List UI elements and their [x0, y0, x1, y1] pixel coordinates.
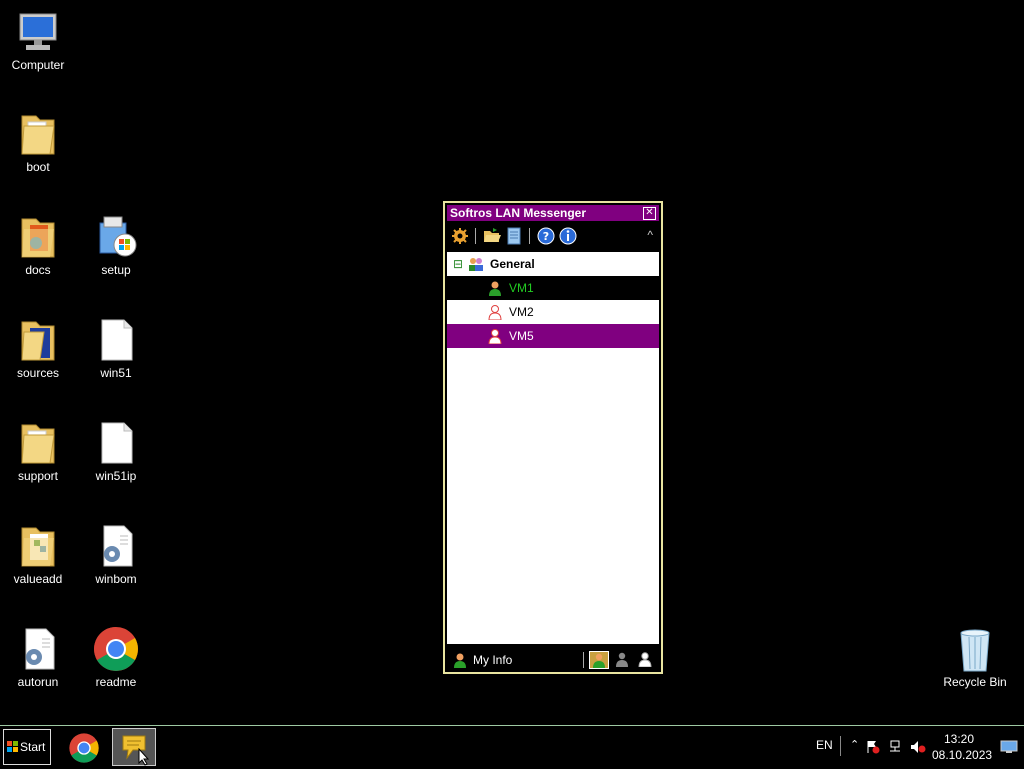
info-icon[interactable] [559, 227, 577, 245]
status-away-button[interactable] [613, 651, 633, 669]
desktop-icon-win51ip[interactable]: win51ip [78, 419, 154, 483]
action-center-flag-icon[interactable] [866, 740, 880, 754]
file-icon [92, 419, 140, 467]
desktop-icon-readme[interactable]: readme [78, 625, 154, 689]
show-desktop-icon[interactable] [1000, 740, 1018, 754]
desktop-icon-valueadd[interactable]: valueadd [0, 522, 76, 586]
language-indicator[interactable]: EN [816, 738, 833, 752]
desktop-icon-label: win51ip [95, 469, 137, 483]
desktop-icon-label: setup [101, 263, 131, 277]
desktop-icon-autorun[interactable]: autorun [0, 625, 76, 689]
taskbar-chrome-button[interactable] [62, 728, 106, 766]
close-button[interactable]: ✕ [643, 207, 656, 220]
help-icon[interactable]: ? [537, 227, 555, 245]
user-name: VM2 [509, 305, 534, 319]
desktop-icon-label: valueadd [13, 572, 63, 586]
clock-time[interactable]: 13:20 [944, 732, 974, 746]
folder-icon [14, 110, 62, 158]
window-titlebar[interactable]: Softros LAN Messenger ✕ [447, 205, 659, 221]
desktop-icon-label: Recycle Bin [943, 675, 1007, 689]
collapse-toolbar-button[interactable]: ^ [647, 228, 653, 242]
computer-icon [14, 8, 62, 56]
user-name: VM1 [509, 281, 534, 295]
desktop-icon-setup[interactable]: setup [78, 213, 154, 277]
toolbar-separator [529, 228, 530, 244]
folder-icon [14, 316, 62, 364]
desktop-icon-label: boot [26, 160, 50, 174]
desktop-icon-label: sources [16, 366, 60, 380]
setup-icon [92, 213, 140, 261]
volume-muted-icon[interactable] [910, 740, 926, 754]
chrome-icon [68, 732, 100, 764]
history-log-icon[interactable] [505, 227, 523, 245]
group-name: General [490, 257, 535, 271]
group-users-icon [467, 256, 483, 272]
settings-file-icon [92, 522, 140, 570]
settings-file-icon [14, 625, 62, 673]
taskbar: Start EN ⌃ 13:20 08.10.2023 [0, 725, 1024, 769]
user-row[interactable]: VM5 [447, 324, 659, 348]
desktop-icon-recycle-bin[interactable]: Recycle Bin [937, 625, 1013, 689]
desktop-icon-boot[interactable]: boot [0, 110, 76, 174]
group-collapse-toggle[interactable]: ⊟ [453, 252, 463, 276]
desktop-icon-sources[interactable]: sources [0, 316, 76, 380]
desktop-icon-label: winbom [95, 572, 137, 586]
file-icon [92, 316, 140, 364]
folder-icon [14, 213, 62, 261]
desktop-icon-label: support [17, 469, 59, 483]
window-title: Softros LAN Messenger [450, 206, 587, 220]
my-info-icon [453, 652, 467, 668]
show-hidden-icons-icon[interactable]: ⌃ [850, 738, 859, 751]
status-online-button[interactable] [589, 651, 609, 669]
desktop-icon-win51[interactable]: win51 [78, 316, 154, 380]
desktop-icon-support[interactable]: support [0, 419, 76, 483]
my-info-button[interactable]: My Info [473, 653, 512, 667]
user-name: VM5 [509, 329, 534, 343]
status-offline-button[interactable] [636, 651, 656, 669]
status-separator [583, 652, 584, 668]
toolbar-separator [475, 228, 476, 244]
start-button[interactable]: Start [3, 729, 51, 765]
tray-separator [840, 736, 841, 756]
chrome-icon [92, 625, 140, 673]
start-label: Start [20, 740, 46, 754]
settings-gear-icon[interactable] [451, 227, 469, 245]
folder-icon [14, 522, 62, 570]
recycle-bin-icon [951, 625, 999, 673]
desktop-icon-computer[interactable]: Computer [0, 8, 76, 72]
away-user-icon [487, 304, 503, 320]
desktop-icon-label: autorun [17, 675, 59, 689]
clock-date[interactable]: 08.10.2023 [932, 748, 992, 762]
user-row[interactable]: VM2 [447, 300, 659, 324]
folder-icon [14, 419, 62, 467]
system-tray: EN ⌃ 13:20 08.10.2023 [814, 726, 1024, 769]
windows-logo-icon [7, 741, 19, 753]
mouse-cursor-icon [138, 748, 150, 766]
messenger-window[interactable]: Softros LAN Messenger ✕ ? ^ ⊟ General VM… [443, 201, 663, 674]
messenger-toolbar: ? ^ [447, 222, 659, 250]
desktop-icon-label: Computer [11, 58, 65, 72]
user-row[interactable]: VM1 [447, 276, 659, 300]
desktop-icon-docs[interactable]: docs [0, 213, 76, 277]
desktop-icon-label: readme [95, 675, 137, 689]
away-user-icon [487, 328, 503, 344]
svg-text:?: ? [543, 230, 549, 243]
network-icon[interactable] [888, 740, 902, 754]
user-list[interactable]: ⊟ General VM1 VM2 VM5 [447, 252, 659, 644]
group-row-general[interactable]: ⊟ General [447, 252, 659, 276]
desktop-icon-label: win51 [100, 366, 132, 380]
online-user-icon [487, 280, 503, 296]
desktop-icon-label: docs [25, 263, 51, 277]
messenger-statusbar: My Info [447, 648, 659, 672]
desktop-icon-winbom[interactable]: winbom [78, 522, 154, 586]
open-folder-icon[interactable] [483, 227, 501, 245]
